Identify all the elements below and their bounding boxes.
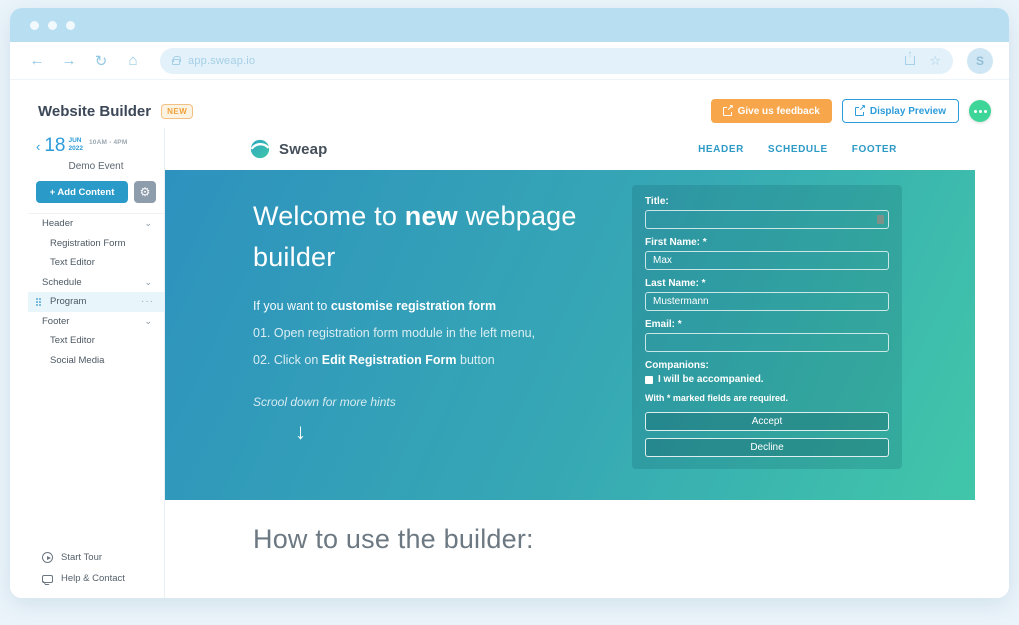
lock-icon xyxy=(172,56,181,65)
bookmark-star-icon[interactable]: ☆ xyxy=(929,54,941,67)
how-to-section: How to use the builder: xyxy=(165,500,975,598)
email-label: Email: * xyxy=(645,319,682,330)
new-badge: NEW xyxy=(161,103,194,119)
companions-checkbox-label: I will be accompanied. xyxy=(658,374,764,385)
app-topbar: Website Builder NEW Give us feedback Dis… xyxy=(28,94,991,128)
add-content-button[interactable]: + Add Content xyxy=(36,181,128,203)
sidebar-item-footer[interactable]: Footer ⌄ xyxy=(28,312,164,332)
scroll-hint: Scrool down for more hints xyxy=(253,395,396,409)
refresh-icon[interactable]: ↻ xyxy=(90,52,112,70)
event-name: Demo Event xyxy=(68,161,124,172)
title-label: Title: xyxy=(645,196,669,207)
email-input[interactable] xyxy=(645,333,889,352)
preview-site-header: Sweap HEADER SCHEDULE FOOTER xyxy=(165,128,975,170)
nav-link-footer[interactable]: FOOTER xyxy=(852,144,897,155)
window-maximize-dot[interactable] xyxy=(66,20,75,30)
event-month: JUN xyxy=(68,137,82,144)
last-name-label: Last Name: * xyxy=(645,278,706,289)
help-contact-button[interactable]: Help & Contact xyxy=(42,573,164,584)
content-menu: Header ⌄ Registration Form Text Editor S… xyxy=(28,214,164,370)
event-day: 18 xyxy=(44,135,66,156)
nav-link-header[interactable]: HEADER xyxy=(698,144,744,155)
required-fields-note: With * marked fields are required. xyxy=(645,393,788,403)
sidebar-item-header[interactable]: Header ⌄ xyxy=(28,214,164,234)
decline-button[interactable]: Decline xyxy=(645,438,889,457)
sidebar-item-text-editor[interactable]: Text Editor xyxy=(28,253,164,273)
drag-handle-icon[interactable] xyxy=(36,298,38,300)
external-link-icon xyxy=(854,103,866,116)
window-close-dot[interactable] xyxy=(30,20,39,30)
app-root: Website Builder NEW Give us feedback Dis… xyxy=(10,80,1009,598)
registration-form: Title: First Name: * Max Last Name: * Mu… xyxy=(632,185,902,469)
first-name-input[interactable]: Max xyxy=(645,251,889,270)
hero-step-1: 01. Open registration form module in the… xyxy=(253,326,536,340)
sidebar-item-registration-form[interactable]: Registration Form xyxy=(28,234,164,254)
companions-checkbox[interactable] xyxy=(645,375,653,384)
hero-title: Welcome to new webpage builder xyxy=(253,201,577,272)
external-link-icon xyxy=(722,103,734,116)
give-feedback-button[interactable]: Give us feedback xyxy=(710,99,832,123)
settings-button[interactable]: ⚙ xyxy=(134,181,156,203)
start-tour-button[interactable]: Start Tour xyxy=(42,552,164,563)
browser-titlebar xyxy=(10,8,1009,42)
play-circle-icon xyxy=(42,552,53,563)
chat-icon xyxy=(42,574,53,583)
accept-button[interactable]: Accept xyxy=(645,412,889,431)
preview-site-nav: HEADER SCHEDULE FOOTER xyxy=(698,144,897,155)
address-bar[interactable]: app.sweap.io ☆ xyxy=(160,47,953,74)
support-chat-button[interactable] xyxy=(969,100,991,122)
gear-icon: ⚙ xyxy=(139,185,151,199)
title-input[interactable] xyxy=(645,210,889,229)
back-chevron-icon[interactable]: ‹ xyxy=(36,139,40,154)
hero-step-2: 02. Click on Edit Registration Form butt… xyxy=(253,353,495,367)
sidebar: ‹ 18 JUN 2022 10AM - 4PM Demo Event + Ad… xyxy=(28,128,165,598)
website-preview: Sweap HEADER SCHEDULE FOOTER Welcome to … xyxy=(165,128,991,598)
hero-intro: If you want to customise registration fo… xyxy=(253,299,497,313)
nav-link-schedule[interactable]: SCHEDULE xyxy=(768,144,828,155)
event-year: 2022 xyxy=(68,144,83,152)
sweap-logo: Sweap xyxy=(249,138,328,160)
sidebar-item-schedule[interactable]: Schedule ⌄ xyxy=(28,273,164,293)
forward-icon[interactable]: → xyxy=(58,52,80,69)
browser-toolbar: ← → ↻ ⌂ app.sweap.io ☆ S xyxy=(10,42,1009,80)
select-indicator-icon xyxy=(877,215,884,224)
window-minimize-dot[interactable] xyxy=(48,20,57,30)
sidebar-item-program[interactable]: Program ··· xyxy=(28,292,164,312)
event-date-block: ‹ 18 JUN 2022 10AM - 4PM xyxy=(28,136,164,155)
sweap-logo-icon xyxy=(250,139,270,159)
share-icon[interactable] xyxy=(905,50,916,65)
home-icon[interactable]: ⌂ xyxy=(122,52,144,69)
url-text: app.sweap.io xyxy=(188,54,256,67)
browser-window: ← → ↻ ⌂ app.sweap.io ☆ S Website Builder… xyxy=(10,8,1009,598)
more-options-icon[interactable]: ··· xyxy=(141,296,154,307)
chevron-down-icon: ⌄ xyxy=(144,218,152,229)
sidebar-item-text-editor-2[interactable]: Text Editor xyxy=(28,331,164,351)
back-icon[interactable]: ← xyxy=(26,52,48,69)
how-to-heading: How to use the builder: xyxy=(253,524,534,554)
page-title: Website Builder xyxy=(38,102,152,120)
companions-label: Companions: xyxy=(645,360,709,371)
last-name-input[interactable]: Mustermann xyxy=(645,292,889,311)
sidebar-item-social-media[interactable]: Social Media xyxy=(28,351,164,371)
logo-text: Sweap xyxy=(279,140,328,158)
chevron-down-icon: ⌄ xyxy=(144,276,152,287)
first-name-label: First Name: * xyxy=(645,237,707,248)
chevron-down-icon: ⌄ xyxy=(144,315,152,326)
event-time: 10AM - 4PM xyxy=(88,139,128,146)
profile-avatar[interactable]: S xyxy=(967,47,993,74)
display-preview-button[interactable]: Display Preview xyxy=(841,99,959,123)
hero-section: Welcome to new webpage builder If you wa… xyxy=(165,170,975,500)
down-arrow-icon: ↓ xyxy=(295,419,306,444)
